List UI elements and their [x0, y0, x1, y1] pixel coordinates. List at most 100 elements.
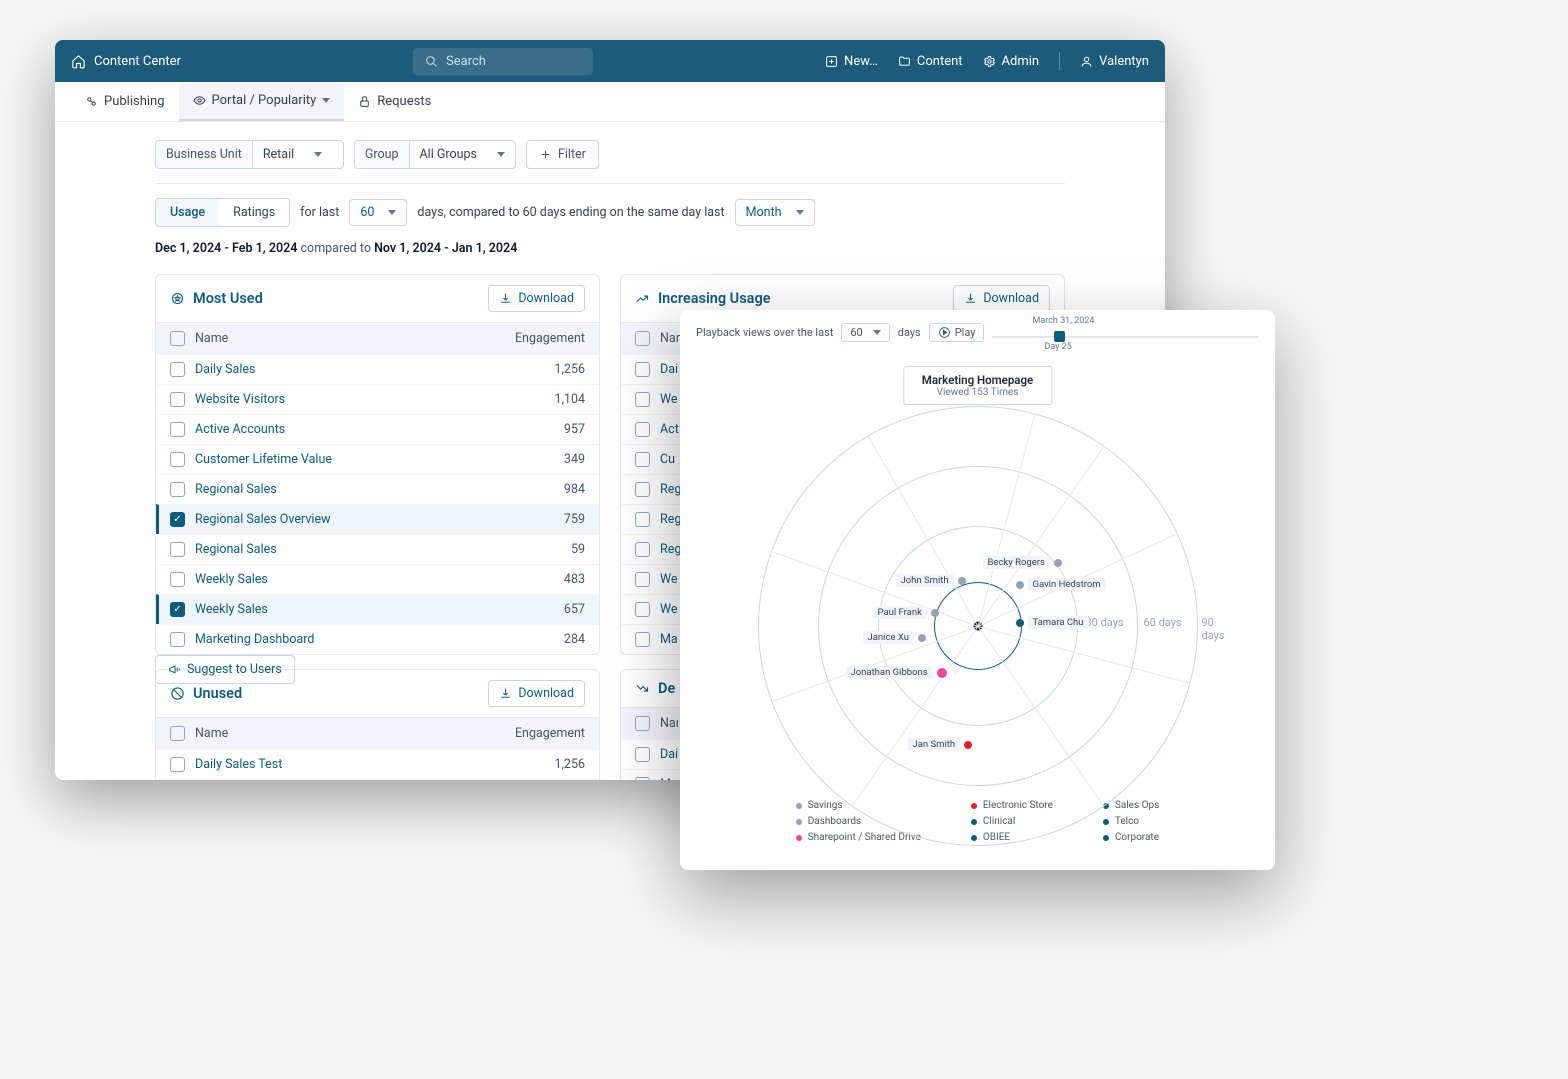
download-button[interactable]: Download [488, 680, 585, 707]
checkbox[interactable] [635, 422, 650, 437]
home-link[interactable]: Content Center [71, 54, 181, 69]
table-row[interactable]: Regional Sales59 [156, 534, 599, 564]
checkbox-all[interactable] [170, 331, 185, 346]
timeline-date: March 31, 2024 [1032, 316, 1094, 326]
table-row[interactable]: Active Accounts957 [156, 414, 599, 444]
ring-label: 60 days [1144, 616, 1182, 629]
user-node[interactable]: Janice Xu [863, 631, 926, 644]
chevron-down-icon [322, 98, 330, 103]
checkbox[interactable] [635, 452, 650, 467]
checkbox[interactable] [635, 512, 650, 527]
checkbox[interactable] [170, 757, 185, 772]
lock-icon [358, 95, 371, 108]
filter-button[interactable]: Filter [526, 140, 599, 169]
suggest-button[interactable]: Suggest to Users [155, 655, 295, 684]
user-node[interactable]: Jan Smith [908, 738, 973, 751]
chevron-down-icon [873, 330, 881, 335]
checkbox[interactable] [170, 422, 185, 437]
user-node[interactable]: Jonathan Gibbons [846, 666, 947, 679]
ratings-option[interactable]: Ratings [219, 199, 289, 226]
days-select[interactable]: 60 [349, 199, 407, 226]
content-button[interactable]: Content [898, 54, 963, 69]
checkbox[interactable]: ✓ [170, 602, 185, 617]
table-row[interactable]: Daily Sales Test1,256 [156, 749, 599, 779]
checkbox[interactable] [170, 632, 185, 647]
checkbox[interactable] [170, 392, 185, 407]
user-node[interactable]: Gavin Hedstrom [1016, 578, 1106, 591]
usage-option[interactable]: Usage [156, 199, 219, 226]
table-row[interactable]: ✓Weekly Sales657 [156, 594, 599, 624]
chevron-down-icon [796, 210, 804, 215]
for-last-label: for last [300, 205, 339, 220]
checkbox[interactable] [170, 362, 185, 377]
slider-thumb[interactable] [1054, 331, 1065, 342]
playback-days-select[interactable]: 60 [841, 323, 889, 342]
panel-most-used: Most Used Download Name Engagement Daily… [155, 274, 600, 655]
checkbox[interactable] [635, 542, 650, 557]
row-value: 483 [564, 572, 585, 587]
ban-icon [170, 686, 185, 701]
radar-overlay-card: Playback views over the last 60 days Pla… [680, 310, 1275, 870]
table-row[interactable]: Weekly Sales 483 [156, 564, 599, 594]
checkbox[interactable] [635, 747, 650, 762]
user-node[interactable]: Tamara Chu [1016, 616, 1089, 629]
plus-icon [539, 148, 552, 161]
checkbox[interactable] [635, 482, 650, 497]
table-row[interactable]: Regional Sales984 [156, 474, 599, 504]
download-icon [499, 687, 512, 700]
checkbox[interactable] [635, 362, 650, 377]
play-button[interactable]: Play [929, 323, 985, 342]
download-button[interactable]: Download [488, 285, 585, 312]
app-title: Content Center [94, 54, 181, 69]
checkbox[interactable] [635, 602, 650, 617]
ring-label: 30 days [1086, 616, 1124, 629]
group-select[interactable]: Group All Groups [354, 140, 516, 169]
row-name: Act [660, 422, 679, 437]
user-node[interactable]: John Smith [896, 574, 966, 587]
tab-portal-popularity[interactable]: Portal / Popularity [179, 82, 345, 121]
table-row[interactable]: Website Visitors1,104 [156, 384, 599, 414]
timeline-slider[interactable]: March 31, 2024 Day 25 [992, 322, 1259, 342]
user-node[interactable]: Paul Frank [873, 606, 939, 619]
checkbox[interactable] [170, 542, 185, 557]
checkbox-all[interactable] [170, 726, 185, 741]
checkbox[interactable] [635, 572, 650, 587]
folder-icon [898, 55, 911, 68]
download-button[interactable]: Download [953, 285, 1050, 312]
admin-button[interactable]: Admin [983, 54, 1040, 69]
row-name: Weekly Sales [195, 602, 268, 617]
usage-ratings-toggle[interactable]: Usage Ratings [155, 198, 290, 227]
tab-requests[interactable]: Requests [344, 82, 445, 121]
checkbox[interactable] [170, 482, 185, 497]
row-name: Reg [660, 482, 681, 497]
divider [1059, 52, 1060, 70]
row-name: Reg [660, 542, 681, 557]
checkbox[interactable]: ✓ [170, 512, 185, 527]
search-input[interactable]: Search [413, 48, 593, 75]
table-row[interactable]: Customer Lifetime Value349 [156, 444, 599, 474]
checkbox[interactable] [170, 572, 185, 587]
checkbox[interactable] [635, 392, 650, 407]
checkbox-all[interactable] [635, 716, 650, 731]
new-button[interactable]: New… [825, 54, 878, 69]
checkbox[interactable] [635, 632, 650, 647]
tab-bar: Publishing Portal / Popularity Requests [55, 82, 1165, 122]
month-select[interactable]: Month [735, 199, 815, 226]
user-node[interactable]: Becky Rogers [983, 556, 1062, 569]
row-name: Active Accounts [195, 422, 285, 437]
table-row[interactable]: Marketing Dashboard284 [156, 624, 599, 654]
table-row[interactable]: Monthly Website Visitors (v2 test)1,104 [156, 779, 599, 780]
business-unit-select[interactable]: Business Unit Retail [155, 140, 344, 169]
row-name: Customer Lifetime Value [195, 452, 332, 467]
date-range: Dec 1, 2024 - Feb 1, 2024 compared to No… [155, 241, 1065, 256]
row-value: 284 [564, 632, 585, 647]
user-menu[interactable]: Valentyn [1080, 54, 1149, 69]
row-name: Weekly Sales [195, 572, 268, 587]
checkbox[interactable] [635, 777, 650, 780]
table-row[interactable]: ✓Regional Sales Overview759 [156, 504, 599, 534]
table-row[interactable]: Daily Sales1,256 [156, 354, 599, 384]
checkbox-all[interactable] [635, 331, 650, 346]
row-name: We [660, 392, 678, 407]
checkbox[interactable] [170, 452, 185, 467]
tab-publishing[interactable]: Publishing [71, 82, 179, 121]
